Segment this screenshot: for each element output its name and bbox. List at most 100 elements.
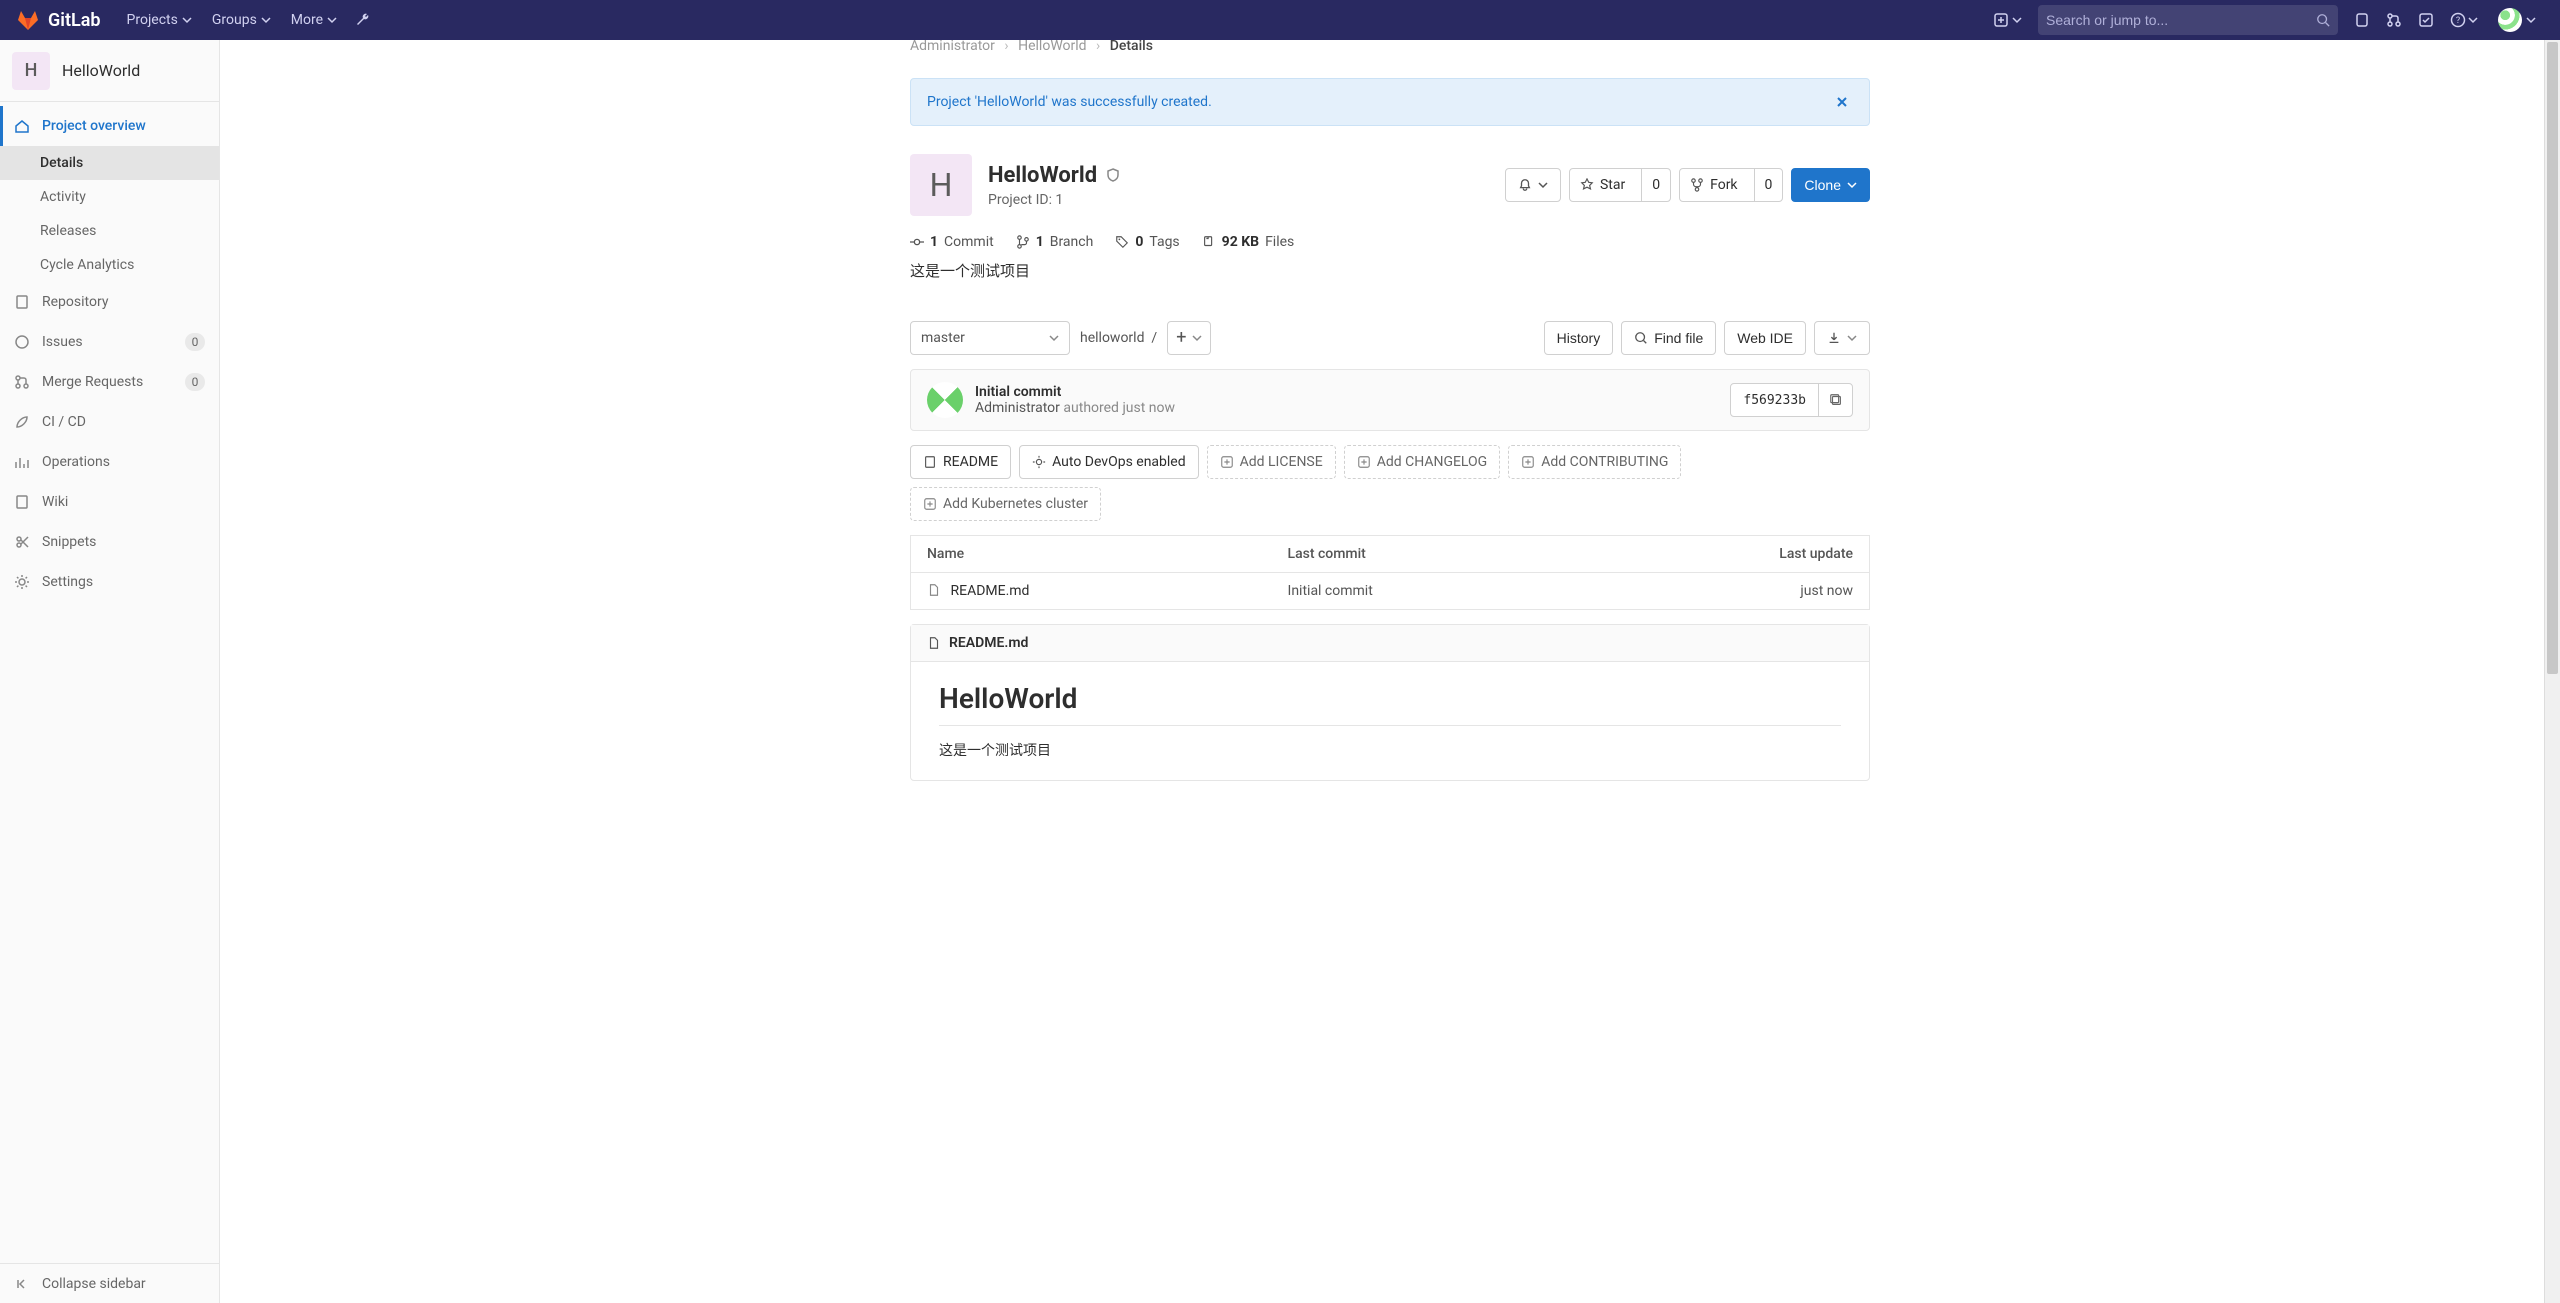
- todo-icon: [2418, 12, 2434, 28]
- nav-more[interactable]: More: [281, 0, 347, 40]
- sidebar-item-merge[interactable]: Merge Requests 0: [0, 362, 219, 402]
- tag-icon: [1115, 235, 1129, 249]
- commits-count: 1: [930, 234, 938, 250]
- help-icon: ?: [2450, 12, 2466, 28]
- user-menu[interactable]: [2486, 0, 2544, 40]
- search-input[interactable]: [2046, 12, 2316, 28]
- wrench-icon: [355, 12, 371, 28]
- stat-files[interactable]: 92 KB Files: [1202, 234, 1295, 250]
- sidebar-item-label: CI / CD: [42, 414, 205, 430]
- breadcrumb-project[interactable]: HelloWorld: [1018, 40, 1086, 54]
- commit-sha[interactable]: f569233b: [1731, 384, 1818, 416]
- plus-square-icon: [923, 497, 937, 511]
- fork-label: Fork: [1710, 177, 1737, 193]
- sidebar-item-overview[interactable]: Project overview: [0, 106, 219, 146]
- copy-sha-button[interactable]: [1818, 384, 1852, 416]
- sidebar-item-label: Merge Requests: [42, 374, 173, 390]
- commits-label: Commit: [944, 234, 994, 250]
- sidebar-sub-activity[interactable]: Activity: [0, 180, 219, 214]
- sidebar-item-snippets[interactable]: Snippets: [0, 522, 219, 562]
- star-button[interactable]: Star 0: [1569, 168, 1671, 202]
- branch-select[interactable]: master: [910, 321, 1070, 355]
- table-row[interactable]: README.md Initial commit just now: [911, 573, 1870, 610]
- scrollbar-thumb[interactable]: [2547, 42, 2558, 674]
- sidebar-item-settings[interactable]: Settings: [0, 562, 219, 602]
- new-menu[interactable]: [1986, 13, 2030, 27]
- branches-count: 1: [1036, 234, 1044, 250]
- notify-button[interactable]: [1505, 168, 1561, 202]
- sidebar-item-issues[interactable]: Issues 0: [0, 322, 219, 362]
- chip-readme[interactable]: README: [910, 445, 1011, 479]
- plus-icon: +: [1176, 331, 1186, 345]
- merge-icon: [14, 374, 30, 390]
- commit-title[interactable]: Initial commit: [975, 384, 1175, 400]
- clone-button[interactable]: Clone: [1791, 168, 1870, 202]
- chevron-down-icon: [2468, 15, 2478, 25]
- sidebar-sub-cycle[interactable]: Cycle Analytics: [0, 248, 219, 282]
- sidebar-item-label: Operations: [42, 454, 205, 470]
- chip-license-label: Add LICENSE: [1240, 454, 1323, 470]
- chart-icon: [14, 454, 30, 470]
- readme-filename[interactable]: README.md: [949, 635, 1028, 651]
- readme-body: 这是一个测试项目: [939, 740, 1841, 760]
- file-icon: [927, 636, 941, 650]
- repo-path[interactable]: helloworld /: [1080, 330, 1157, 346]
- commit-author[interactable]: Administrator: [975, 400, 1060, 416]
- sidebar-item-label: Settings: [42, 574, 205, 590]
- find-file-button[interactable]: Find file: [1621, 321, 1716, 355]
- sidebar-item-cicd[interactable]: CI / CD: [0, 402, 219, 442]
- doc-icon: [923, 455, 937, 469]
- chip-contributing-label: Add CONTRIBUTING: [1541, 454, 1668, 470]
- project-description: 这是一个测试项目: [910, 260, 1870, 281]
- chip-changelog[interactable]: Add CHANGELOG: [1344, 445, 1501, 479]
- sidebar-item-wiki[interactable]: Wiki: [0, 482, 219, 522]
- stat-branches[interactable]: 1 Branch: [1016, 234, 1094, 250]
- sidebar-item-operations[interactable]: Operations: [0, 442, 219, 482]
- sidebar-item-label: Project overview: [42, 118, 205, 134]
- gear-icon: [1032, 455, 1046, 469]
- stat-commits[interactable]: 1 Commit: [910, 234, 994, 250]
- web-ide-button[interactable]: Web IDE: [1724, 321, 1806, 355]
- alert-message: Project 'HelloWorld' was successfully cr…: [927, 94, 1831, 110]
- todos-shortcut[interactable]: [2410, 0, 2442, 40]
- breadcrumb-current: Details: [1110, 40, 1153, 54]
- main-content: Administrator › HelloWorld › Details Pro…: [220, 40, 2560, 1303]
- issues-shortcut[interactable]: [2346, 0, 2378, 40]
- star-label: Star: [1600, 177, 1625, 193]
- chip-k8s[interactable]: Add Kubernetes cluster: [910, 487, 1101, 521]
- chip-license[interactable]: Add LICENSE: [1207, 445, 1336, 479]
- chip-autodevops[interactable]: Auto DevOps enabled: [1019, 445, 1199, 479]
- breadcrumb-admin[interactable]: Administrator: [910, 40, 995, 54]
- merge-shortcut[interactable]: [2378, 0, 2410, 40]
- avatar: [2498, 8, 2522, 32]
- chip-autodevops-label: Auto DevOps enabled: [1052, 454, 1186, 470]
- gitlab-logo[interactable]: [16, 8, 40, 32]
- search-box[interactable]: [2038, 5, 2338, 35]
- fork-button[interactable]: Fork 0: [1679, 168, 1783, 202]
- brand-label[interactable]: GitLab: [48, 10, 101, 31]
- branches-label: Branch: [1050, 234, 1094, 250]
- stat-tags[interactable]: 0 Tags: [1115, 234, 1179, 250]
- chip-contributing[interactable]: Add CONTRIBUTING: [1508, 445, 1681, 479]
- sidebar-item-repository[interactable]: Repository: [0, 282, 219, 322]
- sidebar-project-header[interactable]: H HelloWorld: [0, 40, 219, 102]
- download-button[interactable]: [1814, 321, 1870, 355]
- wrench-button[interactable]: [347, 0, 379, 40]
- file-commit[interactable]: Initial commit: [1272, 573, 1586, 610]
- add-file-menu[interactable]: +: [1167, 321, 1211, 355]
- alert-close[interactable]: [1831, 91, 1853, 113]
- th-commit: Last commit: [1272, 536, 1586, 573]
- repo-toolbar: master helloworld / + History Find file …: [910, 321, 1870, 355]
- scrollbar[interactable]: [2544, 40, 2560, 1303]
- nav-projects[interactable]: Projects: [117, 0, 202, 40]
- nav-groups[interactable]: Groups: [202, 0, 281, 40]
- commit-sha-group: f569233b: [1730, 383, 1853, 417]
- project-stats: 1 Commit 1 Branch 0 Tags 92 KB Files: [910, 234, 1870, 250]
- tags-count: 0: [1135, 234, 1143, 250]
- help-menu[interactable]: ?: [2442, 0, 2486, 40]
- sidebar-sub-releases[interactable]: Releases: [0, 214, 219, 248]
- sidebar-sub-details[interactable]: Details: [0, 146, 219, 180]
- collapse-sidebar[interactable]: Collapse sidebar: [0, 1263, 219, 1303]
- project-name: HelloWorld: [62, 61, 140, 80]
- history-button[interactable]: History: [1544, 321, 1614, 355]
